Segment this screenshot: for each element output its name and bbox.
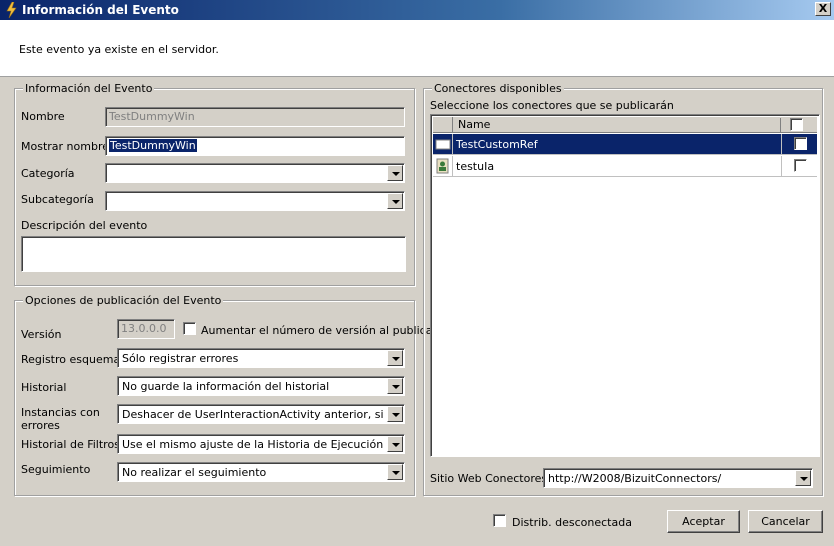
select-all-checkbox[interactable]: [790, 118, 803, 131]
connector-checkbox[interactable]: [794, 137, 807, 150]
filter-history-select[interactable]: Use el mismo ajuste de la Historia de Ej…: [117, 434, 405, 454]
chevron-down-icon[interactable]: [387, 350, 403, 366]
user-connector-icon: [433, 156, 453, 176]
grid-header: Name: [433, 117, 817, 133]
version-label: Versión: [21, 328, 62, 341]
chevron-down-icon[interactable]: [387, 406, 403, 422]
increase-version-checkbox[interactable]: [183, 322, 196, 335]
grid-header-row-selector: [433, 117, 453, 133]
chevron-down-icon[interactable]: [387, 378, 403, 394]
website-label: Sitio Web Conectores:: [430, 472, 551, 485]
disconnected-label: Distrib. desconectada: [512, 516, 632, 529]
lightning-app-icon: [6, 2, 17, 18]
connector-name: testuIa: [456, 160, 495, 173]
increase-version-label: Aumentar el número de versión al publica…: [201, 324, 437, 337]
connectors-grid[interactable]: Name TestCustomRef testuIa: [430, 114, 820, 457]
message-header: Este evento ya existe en el servidor.: [0, 20, 834, 77]
category-select[interactable]: [105, 163, 405, 183]
description-label: Descripción del evento: [21, 219, 148, 232]
disconnected-checkbox[interactable]: [493, 514, 506, 527]
history-select[interactable]: No guarde la información del historial: [117, 376, 405, 396]
filter-history-label: Historial de Filtros: [21, 438, 120, 451]
version-field[interactable]: 13.0.0.0: [117, 319, 175, 339]
publish-options-legend: Opciones de publicación del Evento: [23, 294, 224, 307]
display-name-field[interactable]: TestDummyWin: [105, 136, 405, 156]
schema-log-label: Registro esquema: [21, 353, 121, 366]
chevron-down-icon[interactable]: [387, 436, 403, 452]
row-checkbox-cell: [781, 156, 823, 176]
connector-name: TestCustomRef: [456, 138, 538, 151]
history-label: Historial: [21, 381, 67, 394]
title-bar: Información del Evento X: [0, 0, 834, 20]
chevron-down-icon[interactable]: [795, 470, 811, 486]
error-instances-select[interactable]: Deshacer de UserInteractionActivity ante…: [117, 404, 405, 424]
display-name-value: TestDummyWin: [109, 139, 197, 152]
table-row[interactable]: testuIa: [433, 156, 817, 177]
tracking-value: No realizar el seguimiento: [122, 466, 267, 479]
window-title: Información del Evento: [22, 3, 179, 17]
schema-log-select[interactable]: Sólo registrar errores: [117, 348, 405, 368]
chevron-down-icon[interactable]: [387, 165, 403, 181]
table-row[interactable]: TestCustomRef: [433, 134, 817, 155]
history-value: No guarde la información del historial: [122, 380, 330, 393]
category-label: Categoría: [21, 167, 75, 180]
cancel-button[interactable]: Cancelar: [748, 510, 823, 533]
website-select[interactable]: http://W2008/BizuitConnectors/: [543, 468, 813, 488]
chevron-down-icon[interactable]: [387, 464, 403, 480]
close-button[interactable]: X: [815, 2, 831, 16]
tracking-select[interactable]: No realizar el seguimiento: [117, 462, 405, 482]
name-label: Nombre: [21, 110, 65, 123]
connector-icon: [433, 134, 453, 154]
error-instances-value: Deshacer de UserInteractionActivity ante…: [122, 408, 384, 421]
tracking-label: Seguimiento: [21, 463, 91, 476]
subcategory-select[interactable]: [105, 191, 405, 211]
connectors-legend: Conectores disponibles: [432, 82, 564, 95]
connectors-instruction: Seleccione los conectores que se publica…: [430, 99, 674, 112]
subcategory-label: Subcategoría: [21, 193, 94, 206]
error-instances-label: Instancias con errores: [21, 406, 100, 432]
website-value: http://W2008/BizuitConnectors/: [548, 472, 722, 485]
row-checkbox-cell: [781, 134, 823, 154]
chevron-down-icon[interactable]: [387, 193, 403, 209]
grid-header-name[interactable]: Name: [453, 118, 781, 132]
description-field[interactable]: [21, 236, 406, 272]
filter-history-value: Use el mismo ajuste de la Historia de Ej…: [122, 438, 384, 451]
display-name-label: Mostrar nombre: [21, 140, 109, 153]
name-field[interactable]: TestDummyWin: [105, 107, 405, 127]
status-message: Este evento ya existe en el servidor.: [19, 43, 219, 56]
connector-checkbox[interactable]: [794, 159, 807, 172]
accept-button[interactable]: Aceptar: [667, 510, 740, 533]
event-info-legend: Información del Evento: [23, 82, 155, 95]
schema-log-value: Sólo registrar errores: [122, 352, 239, 365]
